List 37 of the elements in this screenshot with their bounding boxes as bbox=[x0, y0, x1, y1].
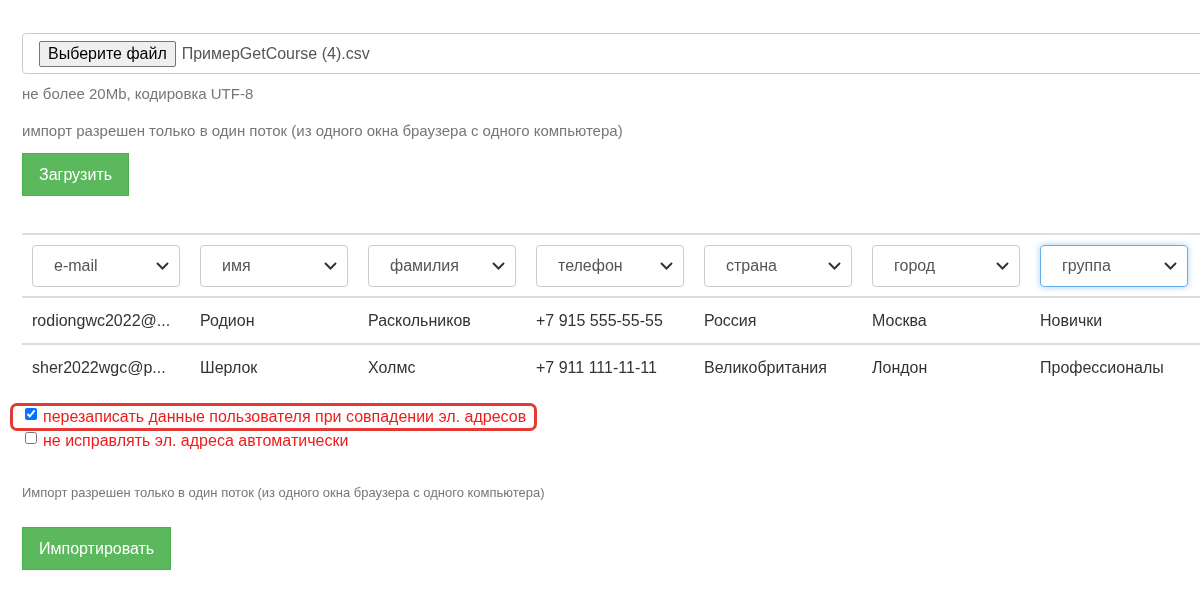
chevron-down-icon bbox=[324, 262, 337, 270]
file-hint: не более 20Mb, кодировка UTF-8 bbox=[22, 85, 255, 102]
choose-file-button[interactable]: Выберите файл bbox=[39, 40, 176, 67]
chevron-down-icon bbox=[1164, 262, 1177, 270]
table-cell-text: Раскольников bbox=[368, 311, 472, 330]
table-cell-text: Москва bbox=[872, 311, 928, 330]
chevron-down-icon bbox=[828, 262, 841, 270]
option-label: не исправлять эл. адреса автоматически bbox=[43, 432, 349, 450]
table-cell-text: +7 915 555-55-55 bbox=[536, 311, 664, 330]
table-cell-text: Новички bbox=[1040, 311, 1104, 330]
file-name: ПримерGetCourse (4).csv bbox=[181, 44, 370, 63]
table-cell-text: Профессионалы bbox=[1040, 358, 1165, 377]
table-cell-text: Родион bbox=[200, 311, 256, 330]
chevron-down-icon bbox=[660, 262, 673, 270]
table-cell-text: +7 911 111-11-11 bbox=[536, 358, 658, 377]
column-select[interactable]: имя bbox=[200, 245, 348, 287]
column-select[interactable]: телефон bbox=[536, 245, 684, 287]
checkbox[interactable] bbox=[25, 408, 37, 420]
column-select[interactable]: страна bbox=[704, 245, 852, 287]
table-cell-text: Шерлок bbox=[200, 358, 259, 377]
table-cell-text: sher2022wgc@p... bbox=[32, 358, 167, 377]
chevron-down-icon bbox=[996, 262, 1009, 270]
column-select[interactable]: e-mail bbox=[32, 245, 180, 287]
import-notice: импорт разрешен только в один поток (из одного окна браузера с одного компьютера) bbox=[22, 122, 624, 139]
column-select[interactable]: группа bbox=[1040, 245, 1188, 287]
chevron-down-icon bbox=[492, 262, 505, 270]
table-cell-text: Холмс bbox=[368, 358, 417, 377]
chevron-down-icon bbox=[156, 262, 169, 270]
table-cell-text: Лондон bbox=[872, 358, 929, 377]
table-cell-text: Россия bbox=[704, 311, 758, 330]
option-label: перезаписать данные пользователя при совпадении эл. адресов bbox=[43, 408, 527, 426]
import-notice: Импорт разрешен только в один поток (из одного окна браузера с одного компьютера) bbox=[22, 485, 546, 500]
table-cell-text: Великобритания bbox=[704, 358, 828, 377]
column-select[interactable]: город bbox=[872, 245, 1020, 287]
column-select[interactable]: фамилия bbox=[368, 245, 516, 287]
checkbox[interactable] bbox=[25, 432, 37, 444]
table-cell-text: rodiongwc2022@... bbox=[32, 311, 172, 330]
